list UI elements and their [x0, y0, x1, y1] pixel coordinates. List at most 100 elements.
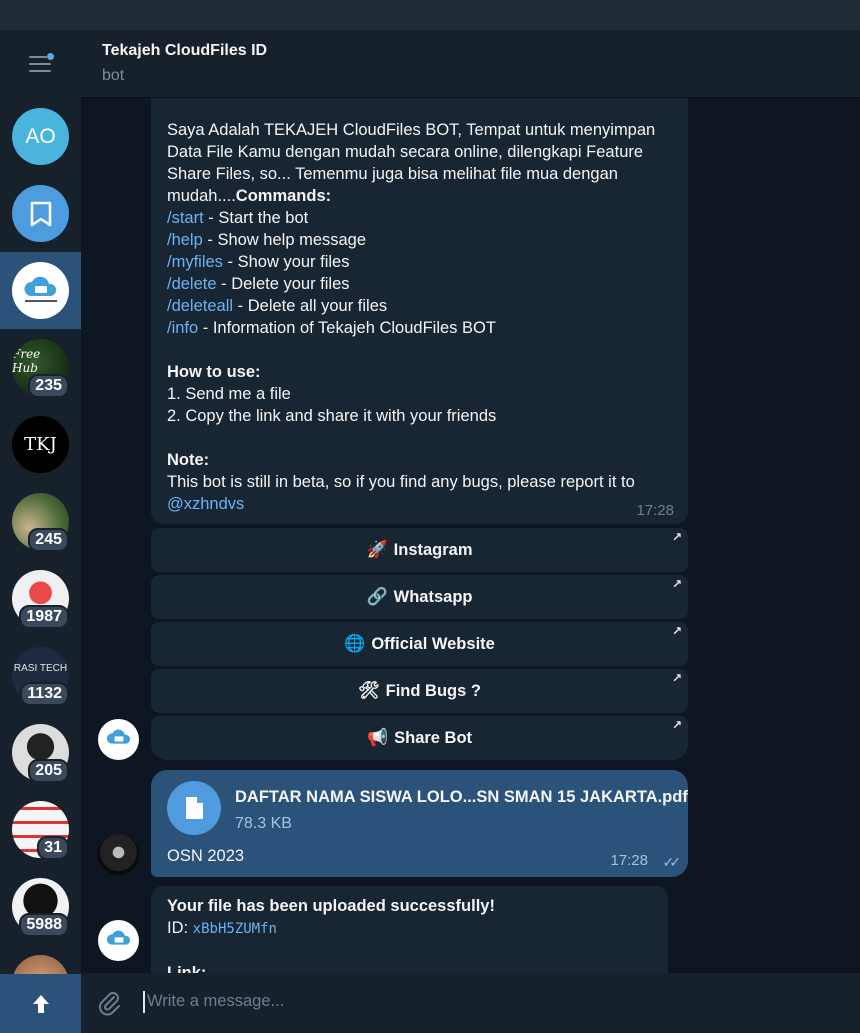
link-icon: 🔗 [366, 587, 388, 606]
file-download-button[interactable] [167, 781, 221, 835]
howto-label: How to use: [167, 363, 261, 381]
external-link-icon: ↗ [671, 530, 682, 544]
howto-step: 2. Copy the link and share it with your … [167, 407, 497, 425]
avatar-text: TKJ [24, 434, 57, 455]
command-item: /info - Information of Tekajeh CloudFile… [167, 317, 677, 339]
inline-button-whatsapp[interactable]: 🔗 Whatsapp ↗ [151, 575, 688, 619]
unread-badge: 5988 [19, 913, 69, 937]
cloud-logo-icon [106, 729, 130, 744]
file-caption: OSN 2023 [167, 847, 245, 865]
cloud-logo-icon [23, 276, 57, 302]
command-item: /help - Show help message [167, 229, 677, 251]
sidebar-chat-freehub[interactable]: Free Hub 235 [0, 329, 81, 406]
command-item: /delete - Delete your files [167, 273, 677, 295]
message-input[interactable]: Write a message... [147, 992, 284, 1011]
arrow-up-icon [32, 994, 49, 1013]
command-desc: - Show your files [222, 253, 350, 271]
globe-icon: 🌐 [344, 634, 366, 653]
sidebar-chat-7[interactable]: 1987 [0, 560, 81, 637]
scroll-up-button[interactable] [0, 974, 81, 1033]
upload-success-text: Your file has been uploaded successfully… [167, 897, 495, 915]
sidebar-chat-10[interactable]: 31 [0, 791, 81, 868]
button-label: Share Bot [394, 728, 473, 747]
chat-subtitle: bot [102, 67, 125, 84]
button-label: Find Bugs ? [385, 681, 481, 700]
avatar-text: Free Hub [12, 346, 41, 375]
double-check-icon: ✓✓ [662, 854, 682, 870]
message-time: 17:28 [610, 852, 648, 869]
sidebar-chat-tekajeh-cloudfiles[interactable] [0, 252, 81, 329]
message-composer: Write a message... [81, 973, 860, 1033]
outgoing-file-message[interactable]: DAFTAR NAMA SISWA LOLO...SN SMAN 15 JAKA… [151, 770, 688, 877]
inline-button-official-website[interactable]: 🌐 Official Website ↗ [151, 622, 688, 666]
command-item: /myfiles - Show your files [167, 251, 677, 273]
command-link[interactable]: /info [167, 319, 198, 337]
chat-title: Tekajeh CloudFiles ID [102, 42, 268, 59]
file-size: 78.3 KB [235, 815, 292, 832]
external-link-icon: ↗ [671, 671, 682, 685]
howto-step: 1. Send me a file [167, 385, 291, 403]
chat-header[interactable]: Tekajeh CloudFiles ID bot [81, 30, 860, 98]
bot-avatar[interactable] [98, 719, 139, 760]
note-text: This bot is still in beta, so if you fin… [167, 473, 635, 491]
avatar-text: RASI TECH [13, 663, 68, 674]
sidebar-chat-6[interactable]: 245 [0, 483, 81, 560]
sidebar-chat-ao[interactable]: AO [0, 98, 81, 175]
command-link[interactable]: /deleteall [167, 297, 233, 315]
hamburger-line [29, 63, 51, 65]
window-titlebar [0, 0, 860, 30]
bot-upload-message: Your file has been uploaded successfully… [151, 886, 668, 973]
command-desc: - Start the bot [203, 209, 309, 227]
sidebar-chat-rasi-tech[interactable]: RASI TECH 1132 [0, 637, 81, 714]
user-avatar[interactable] [98, 834, 139, 875]
message-list[interactable]: Saya Adalah TEKAJEH CloudFiles BOT, Temp… [81, 98, 860, 973]
command-item: /start - Start the bot [167, 207, 677, 229]
command-link[interactable]: /start [167, 209, 204, 227]
command-desc: - Delete your files [216, 275, 350, 293]
command-desc: - Show help message [202, 231, 367, 249]
main-menu-button[interactable] [0, 30, 81, 98]
inline-button-share-bot[interactable]: 📢 Share Bot ↗ [151, 716, 688, 760]
hamburger-icon [29, 56, 47, 58]
button-label: Instagram [393, 540, 473, 559]
megaphone-icon: 📢 [366, 728, 389, 747]
file-id-code[interactable]: xBbH5ZUMfn [193, 921, 277, 937]
inline-button-find-bugs[interactable]: 🛠 Find Bugs ? ↗ [151, 669, 688, 713]
avatar: AO [12, 108, 69, 165]
button-label: Whatsapp [393, 587, 473, 606]
avatar [12, 262, 69, 319]
message-time: 17:28 [636, 502, 674, 519]
paperclip-icon [99, 992, 120, 1016]
file-name: DAFTAR NAMA SISWA LOLO...SN SMAN 15 JAKA… [235, 788, 688, 806]
command-link[interactable]: /myfiles [167, 253, 223, 271]
unread-badge: 1987 [19, 605, 69, 629]
bookmark-icon [30, 201, 51, 226]
unread-badge: 245 [28, 528, 69, 552]
rocket-icon: 🚀 [366, 540, 388, 559]
command-desc: - Delete all your files [233, 297, 388, 315]
id-label: ID: [167, 919, 193, 937]
bot-message: Saya Adalah TEKAJEH CloudFiles BOT, Temp… [151, 98, 688, 524]
external-link-icon: ↗ [671, 718, 682, 732]
unread-dot [47, 53, 54, 60]
unread-badge: 1132 [20, 682, 69, 706]
button-label: Official Website [371, 634, 495, 653]
mention-link[interactable]: @xzhndvs [167, 493, 677, 515]
sidebar-chat-9[interactable]: 205 [0, 714, 81, 791]
inline-button-instagram[interactable]: 🚀 Instagram ↗ [151, 528, 688, 572]
command-link[interactable]: /delete [167, 275, 217, 293]
external-link-icon: ↗ [671, 624, 682, 638]
attach-button[interactable] [95, 988, 123, 1021]
sidebar-chat-11[interactable]: 5988 [0, 868, 81, 945]
document-icon [186, 797, 203, 819]
command-link[interactable]: /help [167, 231, 203, 249]
bot-avatar[interactable] [98, 920, 139, 961]
unread-badge: 205 [28, 759, 69, 783]
sidebar-chat-saved-messages[interactable] [0, 175, 81, 252]
unread-badge: 31 [37, 836, 69, 860]
avatar [12, 185, 69, 242]
chat-sidebar: AO Free Hub 235 TKJ 245 1987 RASI TECH 1… [0, 30, 81, 1033]
cloud-logo-icon [106, 930, 130, 945]
sidebar-chat-tkj[interactable]: TKJ [0, 406, 81, 483]
text-caret [143, 991, 145, 1013]
